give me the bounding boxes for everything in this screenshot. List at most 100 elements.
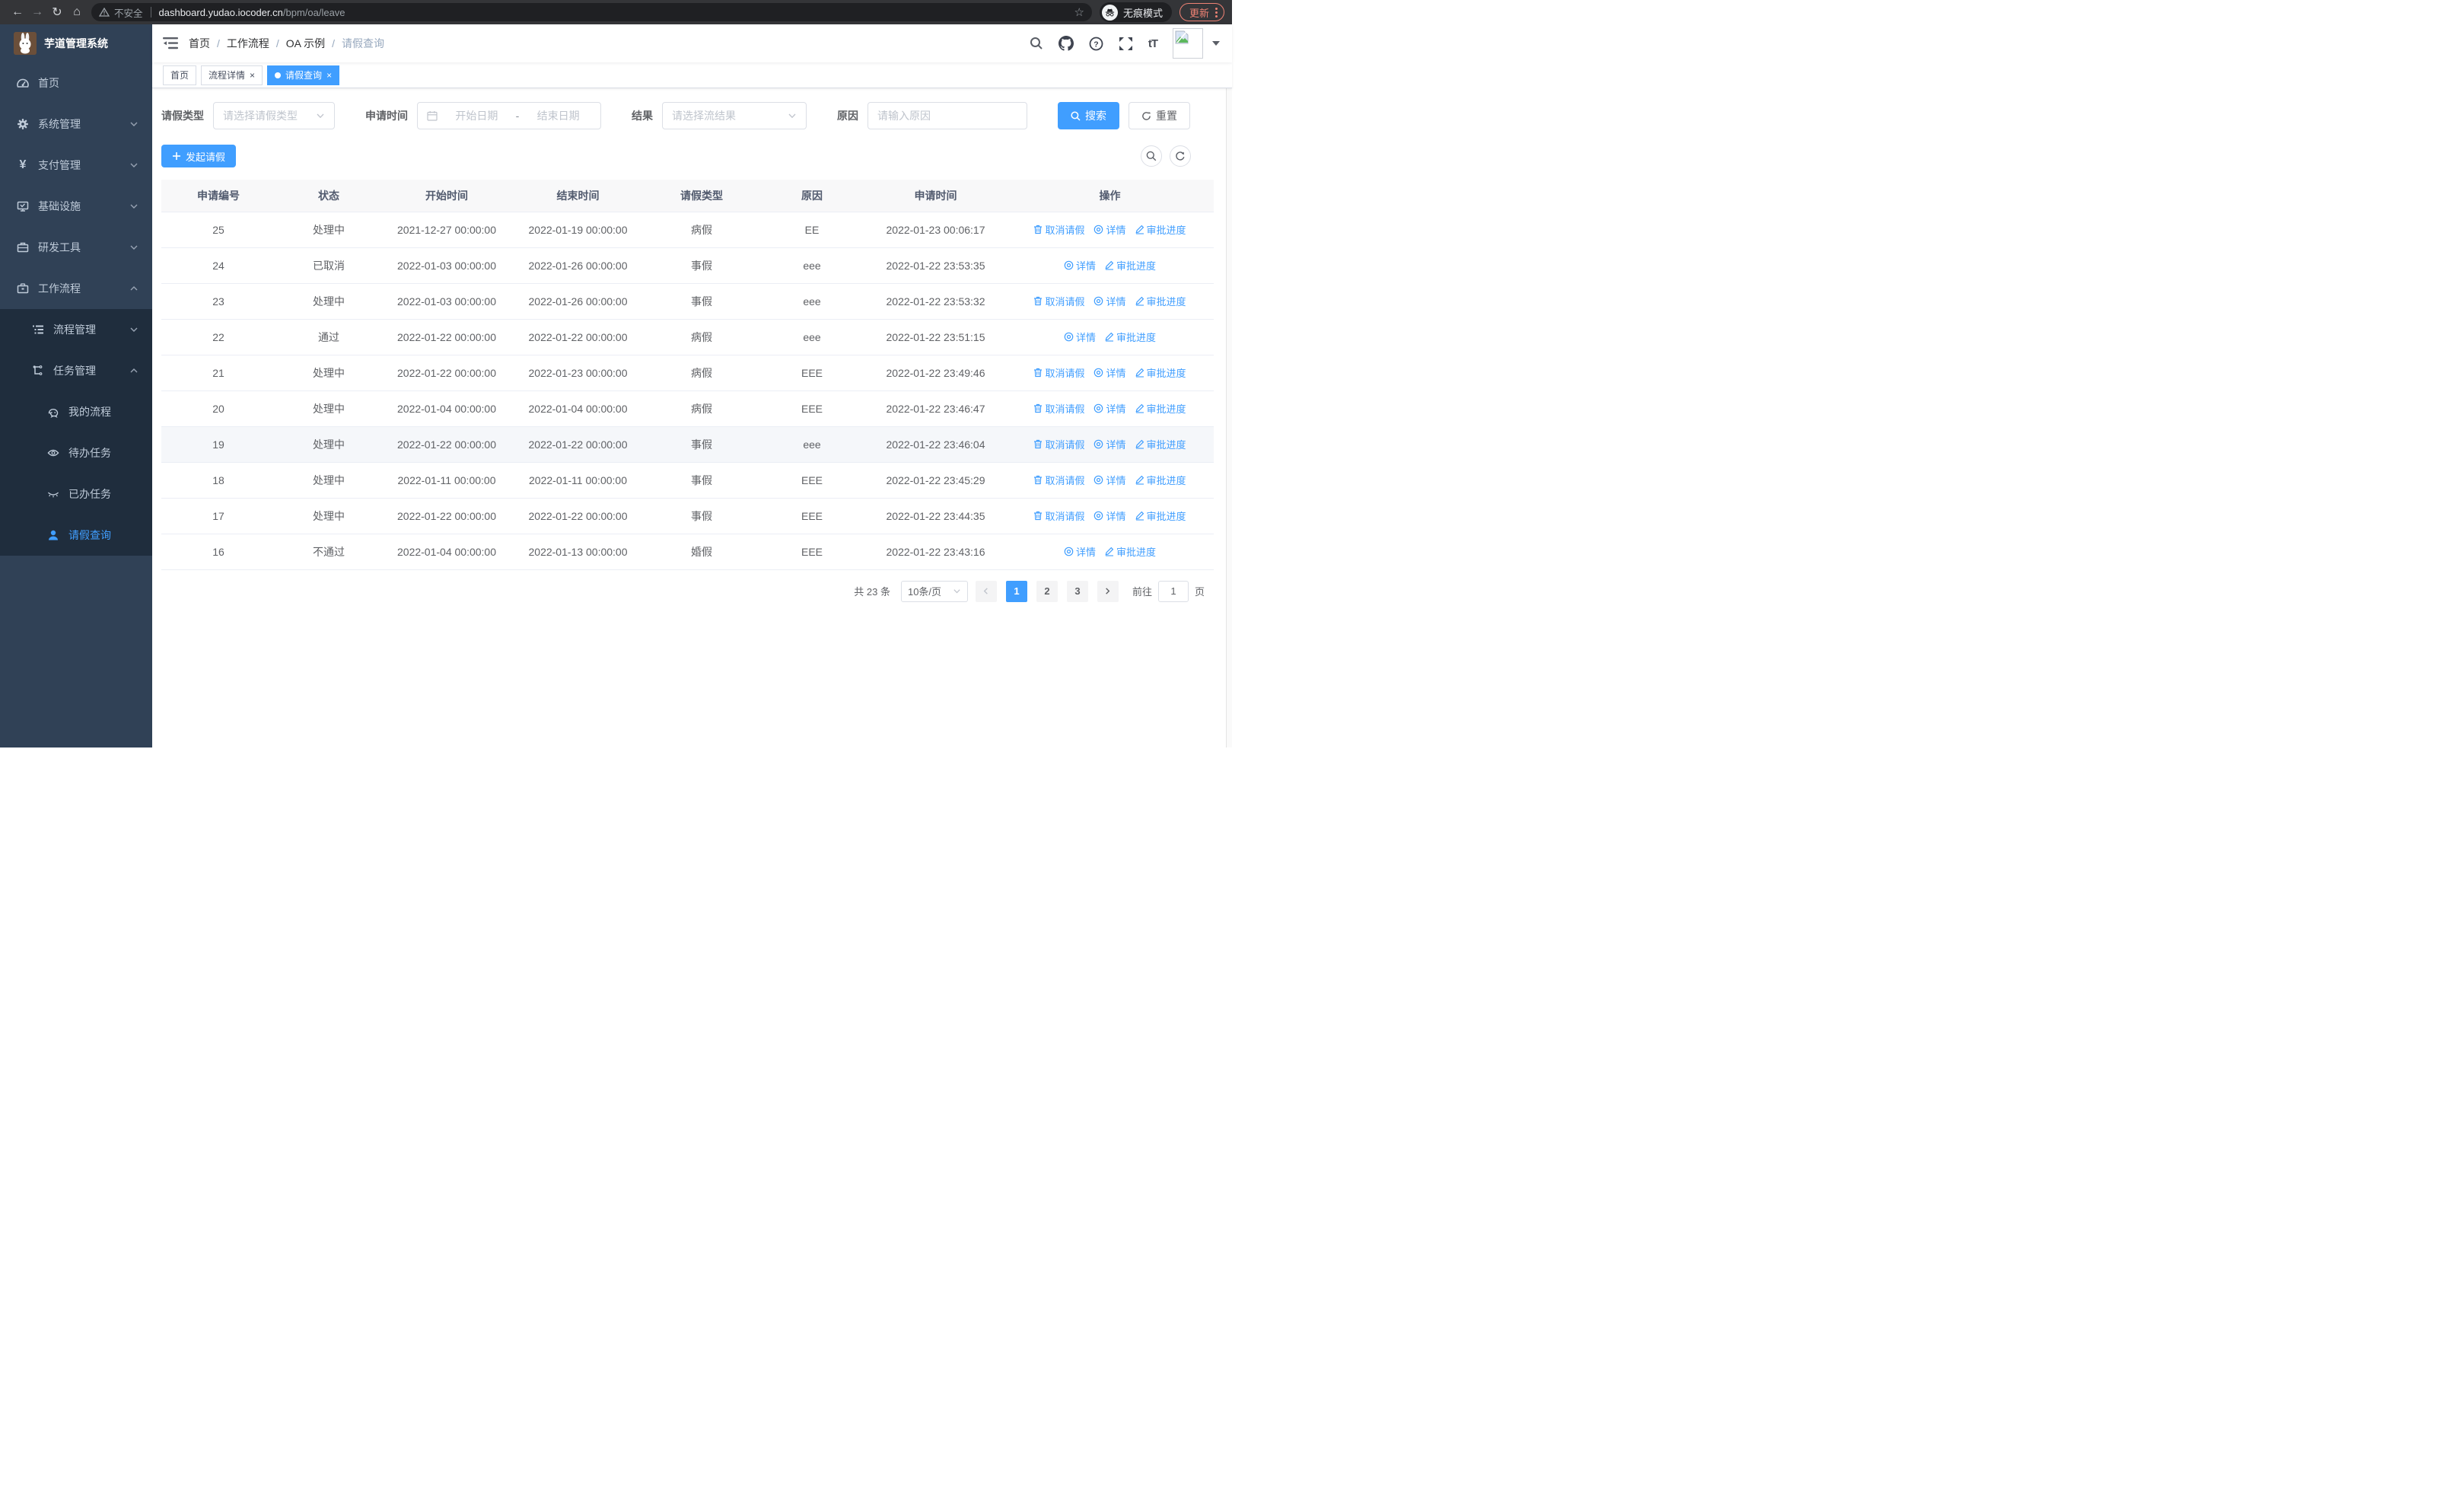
prev-page-button[interactable] [975,580,997,602]
browser-update-button[interactable]: 更新 [1179,3,1224,21]
breadcrumb-workflow[interactable]: 工作流程 [227,36,269,51]
header-search-icon[interactable] [1030,37,1043,50]
help-icon[interactable]: ? [1089,37,1103,51]
chevron-up-icon [129,366,138,375]
reason-input[interactable] [877,110,1017,122]
browser-back-icon[interactable]: ← [8,2,27,22]
fullscreen-icon[interactable] [1119,37,1133,51]
cancel-leave-link[interactable]: 取消请假 [1033,508,1084,523]
page-3-button[interactable]: 3 [1066,580,1088,602]
sidebar-item-task-mgmt[interactable]: 任务管理 [0,350,152,391]
apply-time-range-picker[interactable]: 开始日期 - 结束日期 [417,102,601,129]
cell-start-time: 2022-01-04 00:00:00 [382,390,511,427]
approval-progress-link[interactable]: 审批进度 [1105,330,1156,344]
trash-icon [1034,475,1043,485]
font-size-icon[interactable]: tT [1148,37,1158,50]
window-scrollbar[interactable] [1226,24,1232,748]
pagination: 共 23 条 10条/页 1 2 3 前往 页 [161,580,1223,602]
sidebar-item-process-mgmt[interactable]: 流程管理 [0,309,152,350]
start-date-placeholder[interactable]: 开始日期 [444,108,510,123]
user-avatar[interactable] [1173,28,1203,59]
detail-link[interactable]: 详情 [1064,258,1096,273]
approval-progress-link[interactable]: 审批进度 [1105,258,1156,273]
cell-actions: 详情 审批进度 [1006,534,1214,570]
reset-button[interactable]: 重置 [1129,102,1190,129]
close-icon[interactable]: × [250,71,255,80]
cell-actions: 取消请假 详情 审批进度 [1006,212,1214,248]
approval-progress-link[interactable]: 审批进度 [1135,365,1186,380]
sidebar-toggle-icon[interactable] [163,37,178,50]
refresh-table-icon[interactable] [1170,145,1191,167]
avatar-caret-icon[interactable] [1212,41,1220,46]
sidebar-item-infrastructure[interactable]: 基础设施 [0,186,152,227]
sidebar-item-my-process[interactable]: 我的流程 [0,391,152,432]
toggle-search-icon[interactable] [1141,145,1162,167]
sidebar-item-system[interactable]: 系统管理 [0,104,152,145]
approval-progress-link[interactable]: 审批进度 [1135,294,1186,308]
browser-reload-icon[interactable]: ↻ [47,2,67,22]
close-icon[interactable]: × [326,71,332,80]
detail-link[interactable]: 详情 [1064,544,1096,559]
not-secure-warning-icon[interactable] [99,8,110,17]
tab-process-detail[interactable]: 流程详情 × [201,65,263,85]
approval-progress-link[interactable]: 审批进度 [1135,508,1186,523]
breadcrumb-oa-example[interactable]: OA 示例 [286,36,325,51]
cancel-leave-link[interactable]: 取消请假 [1033,294,1084,308]
next-page-button[interactable] [1097,580,1119,602]
detail-link[interactable]: 详情 [1094,437,1126,451]
cancel-leave-link[interactable]: 取消请假 [1033,437,1084,451]
cancel-leave-link[interactable]: 取消请假 [1033,473,1084,487]
browser-forward-icon[interactable]: → [27,2,47,22]
leave-type-select[interactable]: 请选择请假类型 [213,102,335,129]
sidebar-item-todo-tasks[interactable]: 待办任务 [0,432,152,473]
end-date-placeholder[interactable]: 结束日期 [525,108,591,123]
github-icon[interactable] [1058,36,1074,51]
detail-link[interactable]: 详情 [1094,508,1126,523]
approval-progress-link[interactable]: 审批进度 [1135,222,1186,237]
table-row: 22 通过 2022-01-22 00:00:00 2022-01-22 00:… [161,319,1214,355]
cancel-leave-link[interactable]: 取消请假 [1033,401,1084,416]
col-apply-id: 申请编号 [161,180,275,212]
detail-link[interactable]: 详情 [1094,222,1126,237]
approval-progress-link[interactable]: 审批进度 [1135,473,1186,487]
search-button[interactable]: 搜索 [1058,102,1119,129]
cancel-leave-link[interactable]: 取消请假 [1033,365,1084,380]
approval-progress-link[interactable]: 审批进度 [1135,437,1186,451]
goto-page-input[interactable] [1157,580,1189,602]
detail-link[interactable]: 详情 [1064,330,1096,344]
sidebar-item-workflow[interactable]: 工作流程 [0,268,152,309]
cell-start-time: 2021-12-27 00:00:00 [382,212,511,248]
approval-progress-link[interactable]: 审批进度 [1105,544,1156,559]
address-bar[interactable]: 不安全 dashboard.yudao.iocoder.cn/bpm/oa/le… [91,3,1092,21]
breadcrumb-home[interactable]: 首页 [189,36,210,51]
browser-menu-icon[interactable] [1215,7,1218,18]
detail-link[interactable]: 详情 [1094,401,1126,416]
detail-link[interactable]: 详情 [1094,294,1126,308]
create-leave-button[interactable]: 发起请假 [161,145,237,167]
detail-link[interactable]: 详情 [1094,473,1126,487]
sidebar-item-home[interactable]: 首页 [0,62,152,104]
cell-apply-id: 24 [161,247,275,284]
page-1-button[interactable]: 1 [1005,580,1027,602]
sidebar-item-done-tasks[interactable]: 已办任务 [0,473,152,515]
tab-home[interactable]: 首页 [163,65,197,85]
bookmark-star-icon[interactable]: ☆ [1074,5,1084,19]
cell-status: 通过 [275,319,382,355]
chevron-up-icon [129,284,138,293]
approval-progress-link[interactable]: 审批进度 [1135,401,1186,416]
page-2-button[interactable]: 2 [1036,580,1058,602]
logo-row[interactable]: 芋道管理系统 [0,24,152,62]
sidebar-item-payment[interactable]: ¥ 支付管理 [0,145,152,186]
total-count: 共 23 条 [854,586,890,598]
edit-icon [1105,547,1114,556]
detail-link[interactable]: 详情 [1094,365,1126,380]
result-select[interactable]: 请选择流结果 [662,102,807,129]
sidebar-item-leave-query[interactable]: 请假查询 [0,515,152,556]
cancel-leave-link[interactable]: 取消请假 [1033,222,1084,237]
tab-leave-query[interactable]: 请假查询 × [267,65,340,85]
page-size-select[interactable]: 10条/页 [900,580,968,602]
sidebar-item-dev-tools[interactable]: 研发工具 [0,227,152,268]
browser-home-icon[interactable]: ⌂ [67,2,87,22]
cell-status: 处理中 [275,283,382,320]
cell-actions: 取消请假 详情 审批进度 [1006,462,1214,499]
